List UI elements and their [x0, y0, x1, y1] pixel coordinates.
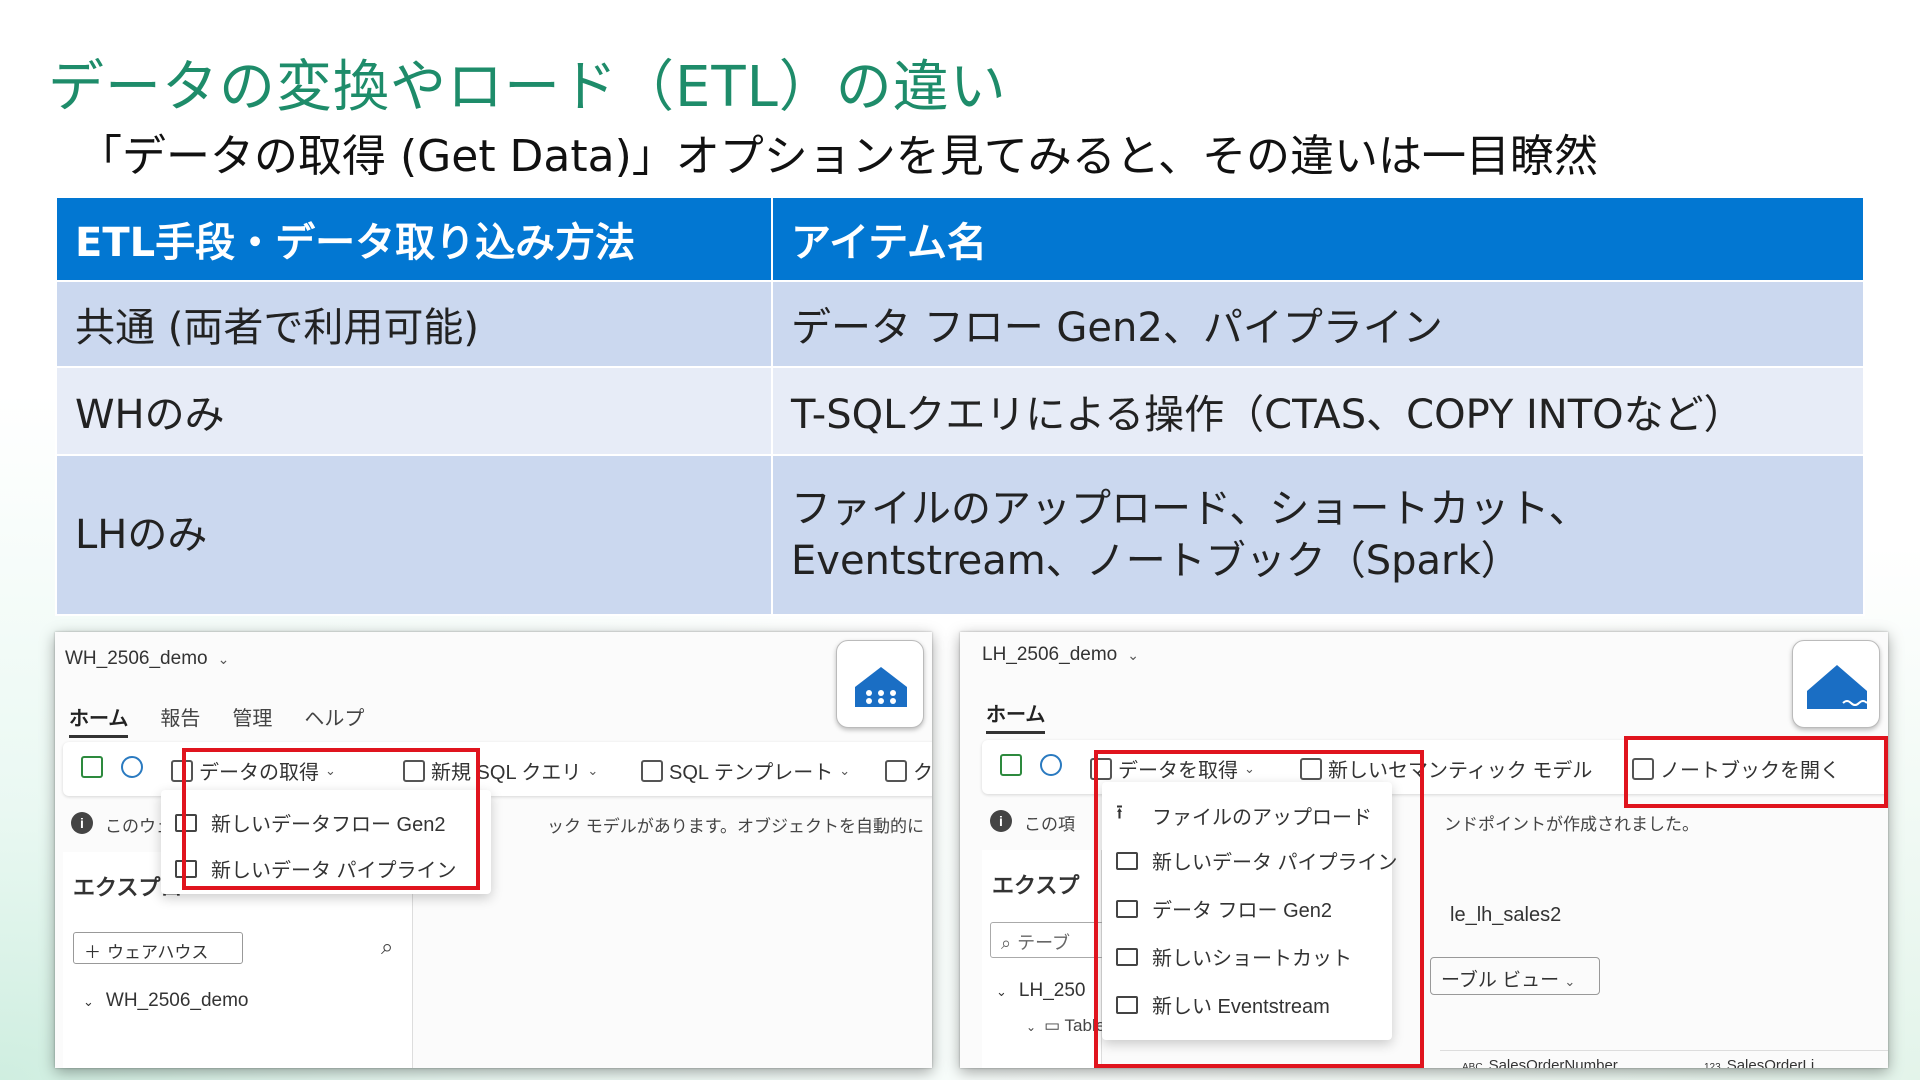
info-text-left: この項 — [1024, 815, 1075, 834]
tree-item-label: WH_2506_demo — [105, 990, 249, 1011]
workspace-name: WH_2506_demo — [65, 648, 208, 669]
folder-icon: ▭ — [1044, 1016, 1061, 1035]
tree-item-lakehouse[interactable]: ⌄ LH_250 — [996, 980, 1085, 1002]
tab-report[interactable]: 報告 — [160, 702, 200, 738]
refresh-button[interactable] — [81, 756, 103, 778]
gear-icon — [1040, 754, 1062, 776]
sql-template-label: SQL テンプレート — [669, 762, 834, 784]
row-common-items: データ フロー Gen2、パイプライン — [771, 280, 1865, 368]
ribbon-tabs: ホーム 報告 管理 ヘルプ — [69, 702, 364, 738]
refresh-icon — [81, 756, 103, 778]
chevron-down-icon: ⌄ — [83, 994, 94, 1009]
lakehouse-app-icon — [1792, 640, 1880, 728]
chevron-down-icon: ⌄ — [1127, 647, 1139, 663]
warehouse-screenshot: WH_2506_demo ⌄ ホーム 報告 管理 ヘルプ データの取得 ⌄ 新規 … — [55, 632, 932, 1068]
settings-button[interactable] — [1040, 754, 1062, 776]
column-header[interactable]: 123 SalesOrderLi — [1704, 1057, 1814, 1068]
page-title: データの変換やロード（ETL）の違い — [48, 55, 1007, 120]
search-icon: ⌕ — [1001, 933, 1012, 953]
sql-template-button[interactable]: SQL テンプレート ⌄ — [641, 756, 850, 785]
column-label: SalesOrderNumber — [1488, 1057, 1618, 1068]
data-grid-header: ABC SalesOrderNumber 123 SalesOrderLi — [1440, 1050, 1888, 1068]
row-wh-method: WHのみ — [55, 366, 773, 456]
chevron-down-icon: ⌄ — [996, 984, 1007, 999]
workspace-selector[interactable]: LH_2506_demo ⌄ — [982, 644, 1139, 666]
info-text-right: ック モデルがあります。オブジェクトを自動的に — [547, 817, 925, 836]
highlight-box — [182, 748, 480, 890]
settings-button[interactable] — [121, 756, 143, 778]
column-header[interactable]: ABC SalesOrderNumber — [1462, 1057, 1618, 1068]
header-item-name: アイテム名 — [771, 196, 1865, 282]
search-icon[interactable]: ⌕ — [381, 934, 393, 960]
table-view-button[interactable]: ーブル ビュー ⌄ — [1430, 957, 1600, 995]
string-type-icon: ABC — [1462, 1062, 1483, 1068]
info-text-right: ンドポイントが作成されました。 — [1444, 815, 1699, 834]
chevron-down-icon: ⌄ — [217, 651, 230, 667]
refresh-icon — [1000, 754, 1022, 776]
lakehouse-icon — [1807, 665, 1868, 709]
truncated-button[interactable]: ク — [885, 756, 932, 785]
workspace-selector[interactable]: WH_2506_demo ⌄ — [65, 648, 229, 670]
workspace-name: LH_2506_demo — [982, 644, 1118, 665]
table-view-label: ーブル ビュー — [1441, 970, 1560, 991]
explorer-pane: エクスプ ⌕ テーブ ⌄ LH_250 ⌄ ▭ Tables — [982, 850, 1130, 1068]
tab-home[interactable]: ホーム — [986, 698, 1046, 734]
explorer-title: エクスプ — [992, 873, 1080, 898]
info-icon: i — [990, 810, 1012, 832]
header-method: ETL手段・データ取り込み方法 — [55, 196, 773, 282]
row-wh-items: T-SQLクエリによる操作（CTAS、COPY INTOなど） — [771, 366, 1865, 456]
etl-comparison-table: ETL手段・データ取り込み方法 アイテム名 共通 (両者で利用可能) データ フ… — [55, 196, 1865, 616]
row-lh-items-line1: ファイルのアップロード、ショートカット、 — [791, 486, 1589, 532]
chevron-down-icon: ⌄ — [1564, 974, 1576, 989]
chevron-down-icon: ⌄ — [839, 762, 851, 778]
tab-help[interactable]: ヘルプ — [304, 702, 364, 738]
chevron-down-icon: ⌄ — [1026, 1020, 1037, 1034]
add-warehouse-button[interactable]: ＋ ウェアハウス — [73, 932, 243, 964]
row-lh-method: LHのみ — [55, 454, 773, 616]
chevron-down-icon: ⌄ — [587, 762, 599, 778]
tree-item-warehouse[interactable]: ⌄ WH_2506_demo — [83, 990, 249, 1012]
tree-item-label: LH_250 — [1018, 980, 1086, 1001]
search-placeholder: テーブ — [1017, 933, 1071, 953]
warehouse-app-icon — [836, 640, 924, 728]
page-subtitle: 「データの取得 (Get Data)」オプションを見てみると、その違いは一目瞭然 — [78, 131, 1599, 182]
tab-home[interactable]: ホーム — [69, 702, 129, 738]
row-lh-items-line2: Eventstream、ノートブック（Spark） — [791, 538, 1521, 584]
table-header-row: ETL手段・データ取り込み方法 アイテム名 — [55, 196, 1865, 282]
tab-manage[interactable]: 管理 — [232, 702, 272, 738]
row-common-method: 共通 (両者で利用可能) — [55, 280, 773, 368]
row-lh-items: ファイルのアップロード、ショートカット、 Eventstream、ノートブック（… — [771, 454, 1865, 616]
plus-icon: ＋ — [84, 943, 101, 962]
lakehouse-screenshot: LH_2506_demo ⌄ ホーム データを取得 ⌄ 新しいセマンティック モデ… — [960, 632, 1888, 1068]
info-icon: i — [71, 812, 93, 834]
ribbon-tabs: ホーム — [986, 698, 1046, 734]
table-name: le_lh_sales2 — [1450, 904, 1562, 926]
table-row: 共通 (両者で利用可能) データ フロー Gen2、パイプライン — [55, 280, 1865, 368]
report-icon — [885, 759, 907, 782]
column-label: SalesOrderLi — [1726, 1057, 1815, 1068]
truncated-label: ク — [913, 762, 932, 784]
template-icon — [641, 759, 663, 782]
number-type-icon: 123 — [1704, 1062, 1721, 1068]
table-row: WHのみ T-SQLクエリによる操作（CTAS、COPY INTOなど） — [55, 366, 1865, 456]
warehouse-icon — [855, 667, 907, 707]
refresh-button[interactable] — [1000, 754, 1022, 776]
highlight-box — [1624, 736, 1888, 808]
table-row: LHのみ ファイルのアップロード、ショートカット、 Eventstream、ノー… — [55, 454, 1865, 616]
highlight-box — [1094, 750, 1424, 1068]
add-warehouse-label: ウェアハウス — [107, 943, 209, 962]
gear-icon — [121, 756, 143, 778]
